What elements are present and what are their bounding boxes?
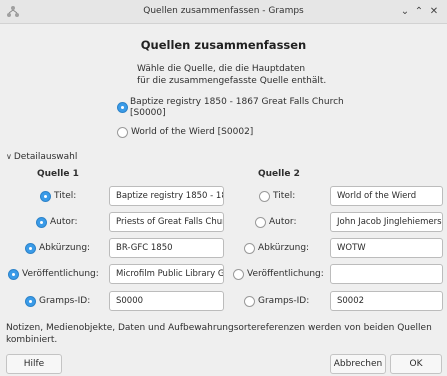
primary-source1-line2: [S0000] xyxy=(130,108,166,118)
instruction-line-2: für die zusammengefasste Quelle enthält. xyxy=(137,76,327,86)
merge-footnote: Notizen, Medienobjekte, Daten und Aufbew… xyxy=(6,323,432,345)
chevron-down-icon[interactable]: ⌄ xyxy=(399,6,411,18)
publication-source1-radio[interactable] xyxy=(8,269,19,280)
author-source2-field[interactable]: John Jacob Jinglehiemerschmitt xyxy=(330,212,443,232)
title-source2-field[interactable]: World of the Wierd xyxy=(330,186,443,206)
author-source1-field[interactable]: Priests of Great Falls Church 1850 - 186… xyxy=(109,212,224,232)
abbreviation-source1-label: Abkürzung: xyxy=(39,243,91,253)
primary-source2-label[interactable]: World of the Wierd [S0002] xyxy=(131,127,253,138)
gramps-id-source1-radio[interactable] xyxy=(25,296,36,307)
details-expander-label: Detailauswahl xyxy=(13,152,78,162)
gramps-id-source2-field[interactable]: S0002 xyxy=(330,291,443,311)
author-source1-label: Autor: xyxy=(50,217,78,227)
primary-source1-label[interactable]: Baptize registry 1850 - 1867 Great Falls… xyxy=(130,97,345,119)
publication-source2-radio[interactable] xyxy=(233,269,244,280)
close-icon[interactable]: ✕ xyxy=(428,6,440,18)
window-title: Quellen zusammenfassen - Gramps xyxy=(143,6,304,16)
ok-button[interactable]: OK xyxy=(390,354,442,374)
primary-source2-radio[interactable] xyxy=(117,127,128,138)
abbreviation-source1-field[interactable]: BR-GFC 1850 xyxy=(109,238,224,258)
primary-source1-radio[interactable] xyxy=(117,102,128,113)
instruction-text: Wähle die Quelle, die die Hauptdaten für… xyxy=(137,63,337,87)
gramps-id-source1-field[interactable]: S0000 xyxy=(109,291,224,311)
title-source2-label: Titel: xyxy=(273,191,296,201)
abbreviation-source2-label: Abkürzung: xyxy=(258,243,310,253)
help-button[interactable]: Hilfe xyxy=(6,354,62,374)
dialog-heading: Quellen zusammenfassen xyxy=(140,38,307,52)
chevron-up-icon[interactable]: ⌃ xyxy=(413,6,425,18)
author-source2-radio[interactable] xyxy=(255,217,266,228)
title-source1-field[interactable]: Baptize registry 1850 - 1867 Great Falls… xyxy=(109,186,224,206)
gramps-id-source2-radio[interactable] xyxy=(244,296,255,307)
publication-source1-label: Veröffentlichung: xyxy=(22,269,99,279)
source1-header: Quelle 1 xyxy=(37,169,79,179)
instruction-line-1: Wähle die Quelle, die die Hauptdaten xyxy=(137,64,306,74)
title-source1-radio[interactable] xyxy=(40,191,51,202)
title-source1-label: Titel: xyxy=(54,191,77,201)
author-source2-label: Autor: xyxy=(269,217,297,227)
primary-source1-line1: Baptize registry 1850 - 1867 Great Falls… xyxy=(130,97,344,107)
gramps-id-source2-label: Gramps-ID: xyxy=(258,296,310,306)
publication-source2-label: Veröffentlichung: xyxy=(247,269,324,279)
publication-source1-field[interactable]: Microfilm Public Library Great Falls xyxy=(109,264,224,284)
abbreviation-source2-radio[interactable] xyxy=(244,243,255,254)
author-source1-radio[interactable] xyxy=(36,217,47,228)
gramps-id-source1-label: Gramps-ID: xyxy=(39,296,91,306)
window-titlebar: Quellen zusammenfassen - Gramps ⌄ ⌃ ✕ xyxy=(0,0,447,24)
chevron-down-icon: ∨ xyxy=(6,152,12,161)
abbreviation-source1-radio[interactable] xyxy=(25,243,36,254)
source2-header: Quelle 2 xyxy=(258,169,300,179)
publication-source2-field[interactable] xyxy=(330,264,443,284)
details-expander[interactable]: ∨ Detailauswahl xyxy=(6,152,77,162)
cancel-button[interactable]: Abbrechen xyxy=(330,354,386,374)
title-source2-radio[interactable] xyxy=(259,191,270,202)
abbreviation-source2-field[interactable]: WOTW xyxy=(330,238,443,258)
